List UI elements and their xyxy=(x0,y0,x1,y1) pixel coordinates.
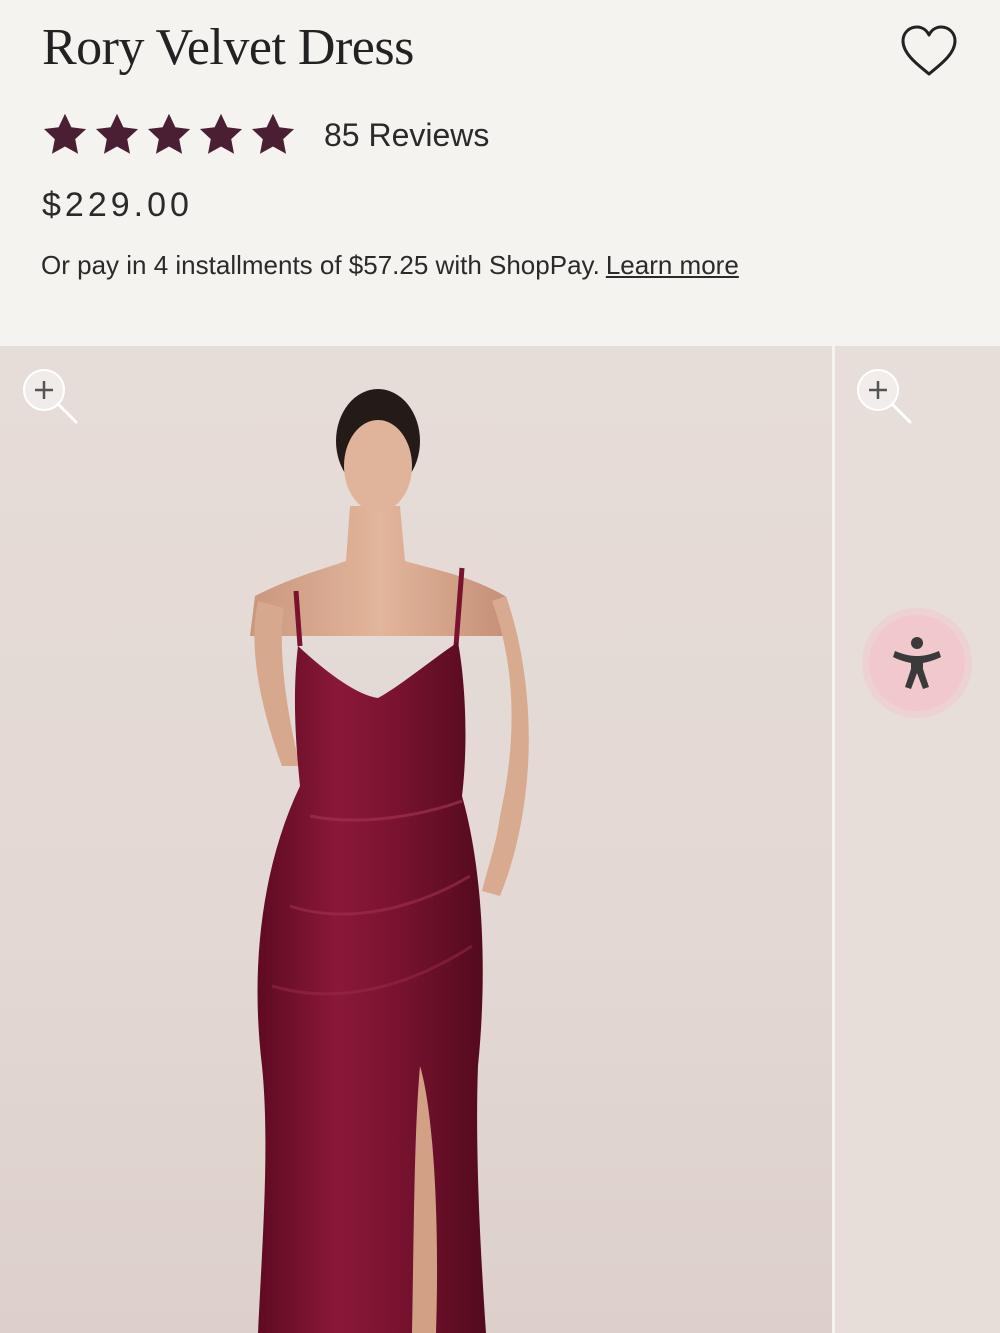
zoom-button-next[interactable] xyxy=(852,364,912,424)
star-icon xyxy=(43,113,87,154)
zoom-in-icon xyxy=(857,369,912,424)
zoom-in-icon xyxy=(23,369,78,424)
heart-outline-icon xyxy=(901,25,957,76)
star-icon xyxy=(199,113,243,154)
installments-text: Or pay in 4 installments of $57.25 with … xyxy=(41,250,600,280)
product-image-main[interactable] xyxy=(0,346,832,1333)
product-price: $229.00 xyxy=(42,186,193,224)
product-title: Rory Velvet Dress xyxy=(42,19,414,76)
accessibility-icon xyxy=(893,637,941,689)
rating-row[interactable]: 85 Reviews xyxy=(40,110,489,160)
product-image-gallery[interactable] xyxy=(0,346,1000,1333)
zoom-button[interactable] xyxy=(18,364,78,424)
learn-more-link[interactable]: Learn more xyxy=(606,250,739,280)
product-header: Rory Velvet Dress 85 Reviews $229.00 Or … xyxy=(0,0,1000,345)
model-photo xyxy=(250,389,529,1333)
accessibility-button-inner xyxy=(869,615,965,711)
star-icon xyxy=(95,113,139,154)
wishlist-button[interactable] xyxy=(898,22,960,80)
product-image-next[interactable] xyxy=(835,346,1000,1333)
accessibility-button[interactable] xyxy=(862,608,972,718)
installments-info: Or pay in 4 installments of $57.25 with … xyxy=(41,250,739,281)
star-icon xyxy=(147,113,191,154)
star-icon xyxy=(251,113,295,154)
star-rating xyxy=(40,110,298,160)
reviews-link[interactable]: 85 Reviews xyxy=(324,117,489,154)
